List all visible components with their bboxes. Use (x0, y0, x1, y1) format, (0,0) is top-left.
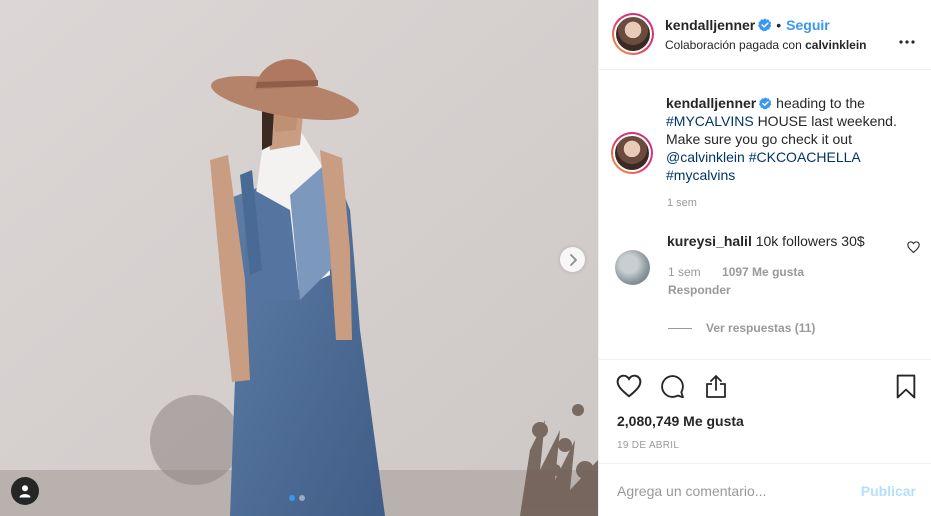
header-separator: • (776, 17, 782, 33)
add-comment-bar: Publicar (599, 463, 931, 516)
user-tag-icon (19, 485, 31, 498)
publish-button[interactable]: Publicar (861, 483, 916, 499)
share-icon (706, 375, 726, 398)
view-replies-label: Ver respuestas (11) (706, 321, 816, 335)
comment-body: 10k followers 30$ (755, 233, 865, 249)
comment-likes[interactable]: 1097 Me gusta (722, 265, 804, 279)
paid-partnership-line: Colaboración pagada con calvinklein (665, 38, 867, 52)
reply-button[interactable]: Responder (668, 283, 731, 297)
mention-link[interactable]: @calvinklein (666, 149, 745, 165)
heart-icon (907, 241, 920, 254)
chevron-right-icon (569, 253, 577, 266)
more-icon (899, 40, 915, 44)
carousel-dot-active (289, 495, 295, 501)
save-button[interactable] (895, 374, 917, 404)
caption-username[interactable]: kendalljenner (666, 95, 756, 111)
heart-icon (616, 374, 642, 398)
comment-icon (661, 375, 684, 399)
user-tag-button[interactable] (11, 477, 39, 505)
commenter-avatar[interactable] (615, 250, 650, 285)
post-side-panel: kendalljenner • Seguir Colaboración pagada… (598, 0, 931, 516)
caption-text: kendalljenner heading to the #MYCALVINS … (666, 94, 916, 184)
header-title-line: kendalljenner • Seguir (665, 17, 830, 33)
author-avatar[interactable] (612, 13, 654, 55)
share-button[interactable] (704, 374, 728, 404)
caption-timestamp[interactable]: 1 sem (667, 197, 697, 209)
comment-text: kureysi_halil 10k followers 30$ (667, 233, 865, 249)
bookmark-icon (896, 374, 916, 399)
comment-input[interactable] (617, 483, 837, 499)
comment-meta: 1 sem 1097 Me gusta (668, 265, 822, 279)
post-header: kendalljenner • Seguir Colaboración pagada… (599, 0, 931, 70)
follow-button[interactable]: Seguir (786, 17, 830, 33)
partnership-prefix: Colaboración pagada con (665, 38, 802, 52)
commenter-username[interactable]: kureysi_halil (667, 233, 752, 249)
like-button[interactable] (616, 374, 642, 403)
verified-icon (759, 97, 772, 110)
replies-divider-line (668, 328, 692, 330)
comment-timestamp[interactable]: 1 sem (668, 265, 701, 279)
hashtag-link[interactable]: #MYCALVINS (666, 113, 754, 129)
more-options-button[interactable] (899, 31, 915, 49)
caption-author-avatar[interactable] (611, 132, 653, 174)
comment-like-button[interactable] (907, 240, 920, 258)
post-actions: 2,080,749 Me gusta 19 DE ABRIL (599, 359, 931, 463)
carousel-indicator (289, 495, 305, 501)
verified-icon (758, 18, 772, 32)
author-username[interactable]: kendalljenner (665, 17, 755, 33)
carousel-next-button[interactable] (560, 247, 585, 272)
post-date[interactable]: 19 DE ABRIL (617, 440, 679, 451)
photo-scene (0, 0, 598, 516)
carousel-dot (299, 495, 305, 501)
hashtag-link[interactable]: #mycalvins (666, 167, 735, 183)
partner-link[interactable]: calvinklein (805, 38, 866, 52)
comment-button[interactable] (660, 374, 685, 404)
post-likes-count[interactable]: 2,080,749 Me gusta (617, 413, 744, 429)
caption-segment: heading to the (776, 95, 865, 111)
post-photo[interactable] (0, 0, 598, 516)
hashtag-link[interactable]: #CKCOACHELLA (749, 149, 860, 165)
view-replies-button[interactable]: Ver respuestas (11) (668, 321, 815, 335)
